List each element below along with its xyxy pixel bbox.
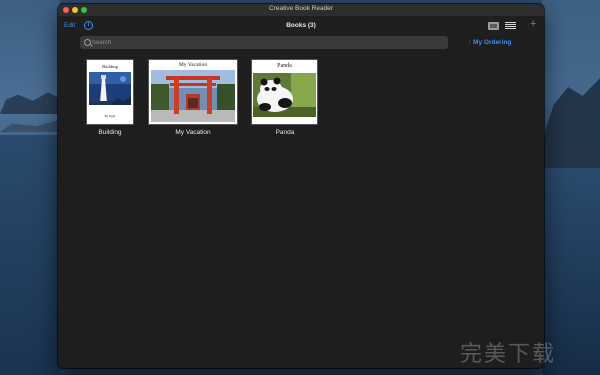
cover-title: Panda	[277, 63, 292, 69]
books-count-title: Books (3)	[286, 22, 316, 29]
book-title-panda: Panda	[275, 129, 295, 136]
desktop-right	[542, 0, 600, 375]
watermark-text: 完美下载	[460, 342, 557, 367]
cover-title: Building	[102, 64, 118, 69]
cover-title: My Vacation	[178, 62, 208, 68]
add-book-button[interactable]: +	[530, 19, 536, 30]
list-view-icon[interactable]	[505, 22, 516, 30]
desktop-left	[0, 0, 60, 375]
window-title: Creative Book Reader	[269, 5, 333, 12]
book-item-my-vacation[interactable]: My Vacation My Vacation	[148, 59, 238, 144]
island-shape	[542, 78, 600, 168]
panda-image	[253, 73, 316, 117]
book-title-my-vacation: My Vacation	[175, 129, 211, 136]
book-title-building: Building	[98, 129, 122, 136]
sea-shape	[0, 135, 60, 375]
torii-gate-image	[151, 70, 235, 122]
book-item-building[interactable]: Building By Sigur Building	[84, 59, 136, 144]
toolbar: Edit i Books (3) +	[58, 16, 544, 35]
sort-ordering-button[interactable]: ↑ My Ordering	[468, 39, 511, 46]
grid-view-icon[interactable]	[488, 22, 499, 30]
app-window: Creative Book Reader Edit i Books (3) + …	[58, 4, 544, 368]
cover-author: By Sigur	[104, 114, 116, 118]
lighthouse-image	[89, 72, 131, 105]
rock-shape	[0, 92, 60, 114]
rock-shape	[0, 120, 60, 132]
book-cover-my-vacation[interactable]: My Vacation	[148, 59, 238, 125]
book-cover-panda[interactable]: Panda	[251, 59, 318, 125]
search-icon	[84, 39, 91, 46]
book-item-panda[interactable]: Panda Panda	[251, 59, 319, 144]
search-input[interactable]	[92, 37, 442, 48]
search-bar	[80, 36, 448, 49]
book-cover-building[interactable]: Building By Sigur	[86, 59, 134, 125]
